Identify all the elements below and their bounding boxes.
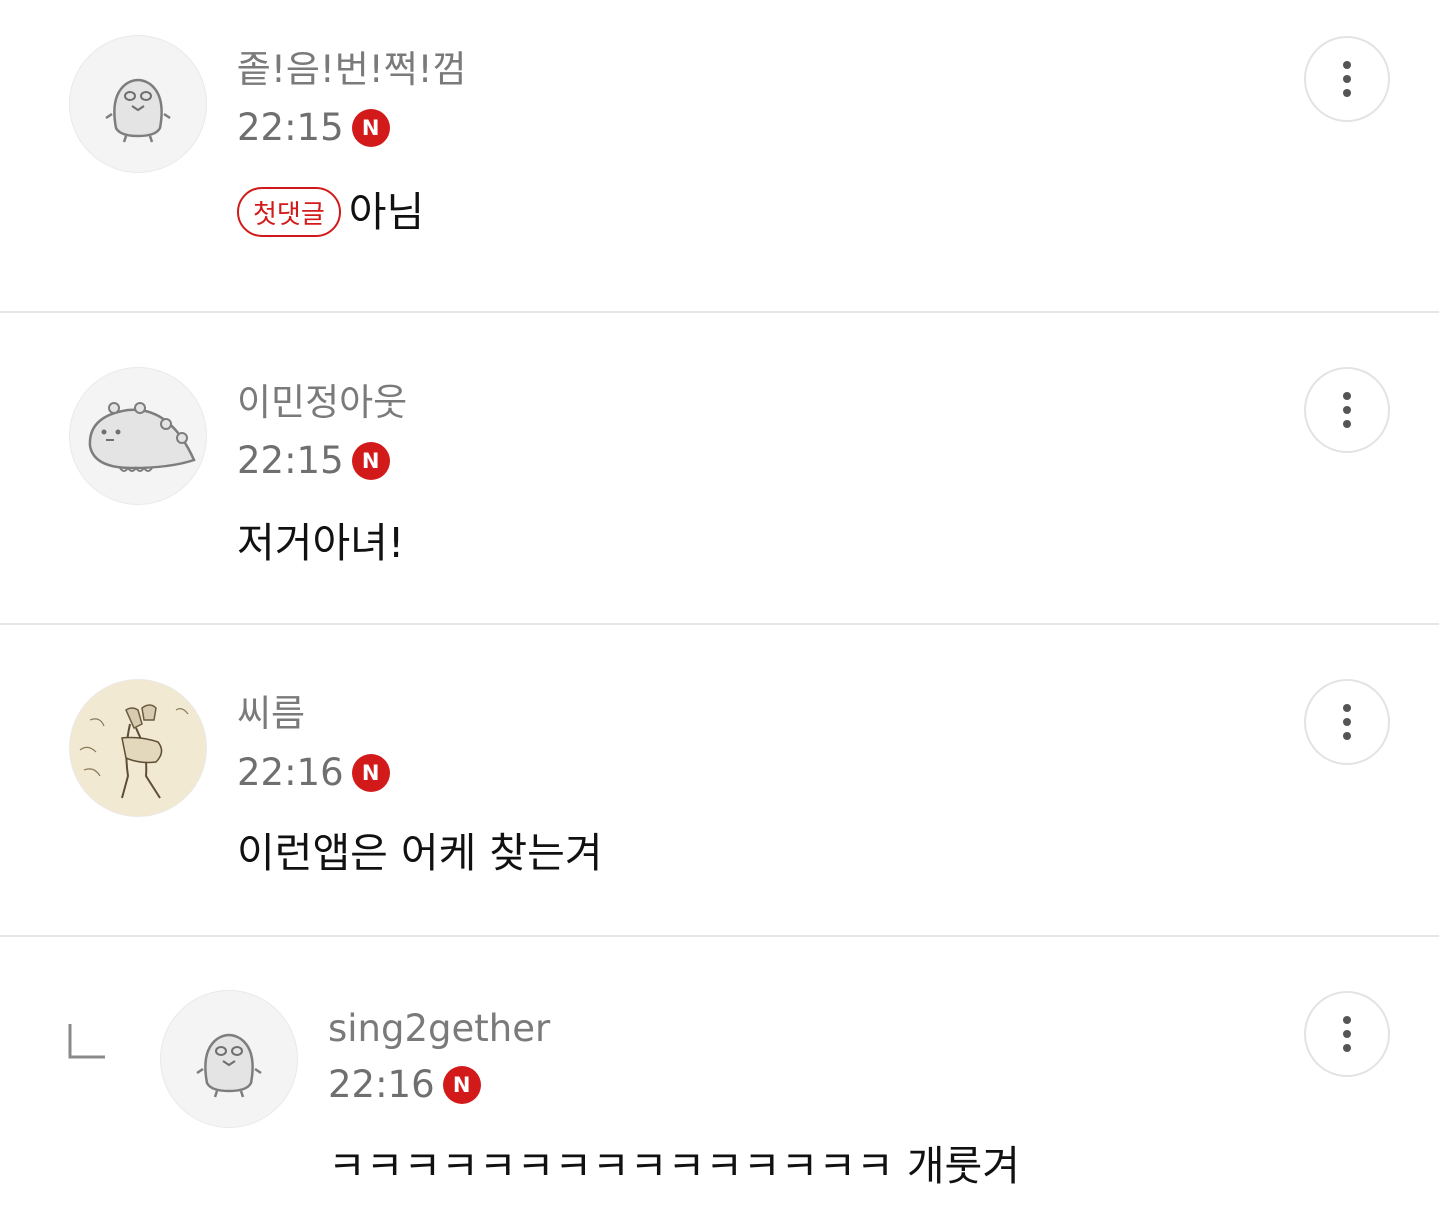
comment-time: 22:16: [237, 751, 344, 794]
comment-time: 22:15: [237, 439, 344, 482]
ssireum-painting-image: [70, 680, 206, 816]
comment-time: 22:15: [237, 106, 344, 149]
comment-item: 씨름 22:16 N 이런앱은 어케 찾는겨: [0, 625, 1439, 935]
comment-meta: 22:15 N: [237, 439, 390, 483]
comment-item: 좉!음!번!쩍!껌 22:15 N 첫댓글 아님: [0, 0, 1439, 311]
more-options-button[interactable]: [1304, 367, 1390, 453]
comment-nickname[interactable]: 씨름: [237, 692, 305, 736]
more-options-button[interactable]: [1304, 991, 1390, 1077]
avatar[interactable]: [160, 990, 298, 1128]
comment-body: 저거아녀!: [237, 518, 404, 568]
new-badge: N: [442, 1066, 481, 1104]
egg-character-icon: [105, 78, 171, 143]
avatar[interactable]: [69, 35, 207, 173]
comment-nickname[interactable]: 좉!음!번!쩍!껌: [237, 48, 467, 92]
more-options-button[interactable]: [1304, 36, 1390, 122]
new-badge: N: [351, 442, 390, 480]
more-options-button[interactable]: [1304, 679, 1390, 765]
more-vertical-icon: [1343, 1016, 1351, 1052]
comment-meta: 22:16 N: [328, 1063, 481, 1107]
avatar[interactable]: [69, 679, 207, 817]
comment-body: 이런앱은 어케 찾는겨: [237, 828, 603, 878]
more-vertical-icon: [1343, 704, 1351, 740]
comment-text: 이런앱은 어케 찾는겨: [237, 829, 603, 877]
comment-nickname[interactable]: 이민정아웃: [237, 381, 407, 425]
comment-body: 첫댓글 아님: [237, 187, 424, 237]
more-vertical-icon: [1343, 61, 1351, 97]
comment-nickname[interactable]: sing2gether: [328, 1007, 550, 1051]
comment-item: 이민정아웃 22:15 N 저거아녀!: [0, 313, 1439, 623]
comment-meta: 22:16 N: [237, 751, 390, 795]
comment-text: 아님: [348, 188, 425, 236]
comment-meta: 22:15 N: [237, 106, 390, 150]
avatar[interactable]: [69, 367, 207, 505]
reply-arrow-icon: [68, 1024, 105, 1059]
first-comment-badge: 첫댓글: [237, 187, 341, 237]
comment-text: ㅋㅋㅋㅋㅋㅋㅋㅋㅋㅋㅋㅋㅋㅋㅋ 개룻겨: [328, 1142, 1020, 1190]
new-badge: N: [351, 754, 390, 792]
new-badge: N: [351, 109, 390, 147]
reply-comment-item: sing2gether 22:16 N ㅋㅋㅋㅋㅋㅋㅋㅋㅋㅋㅋㅋㅋㅋㅋ 개룻겨: [0, 937, 1439, 1232]
comment-time: 22:16: [328, 1063, 435, 1106]
more-vertical-icon: [1343, 392, 1351, 428]
comment-body: ㅋㅋㅋㅋㅋㅋㅋㅋㅋㅋㅋㅋㅋㅋㅋ 개룻겨: [328, 1141, 1020, 1191]
comment-text: 저거아녀!: [237, 519, 405, 567]
dinosaur-character-icon: [88, 402, 196, 472]
egg-character-icon: [196, 1033, 262, 1098]
